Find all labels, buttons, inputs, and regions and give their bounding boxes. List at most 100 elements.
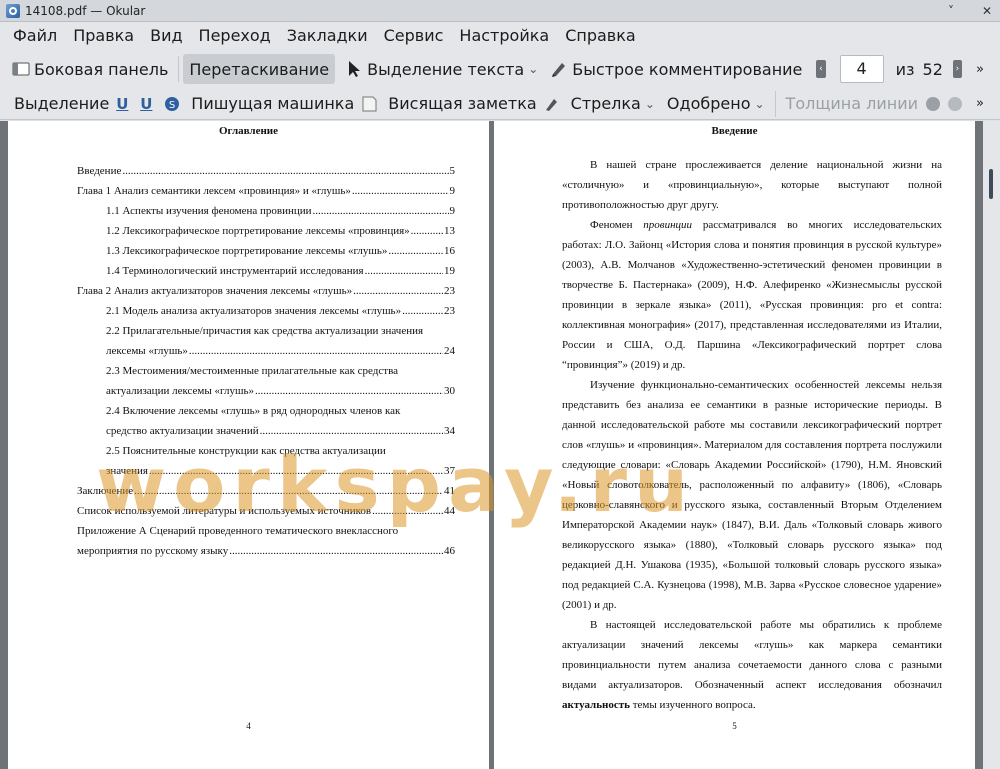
toc-page-number: 24 [444,345,455,357]
sidebar-button[interactable]: Боковая панель [6,54,174,84]
menu-bar: Файл Правка Вид Переход Закладки Сервис … [0,22,1000,50]
typewriter-label: Пишущая машинка [191,94,355,113]
toc-entry-text: актуализации лексемы «глушь» [106,385,254,397]
document-page-left: Оглавление Введение 5 Глава 1 Анализ семан… [8,121,489,769]
toc-entry-text: мероприятия по русскому языку [77,545,229,557]
text-selection-button[interactable]: Выделение текста ⌄ [339,54,544,84]
toc-leader [122,161,448,181]
toc-leader [260,421,443,441]
toc-leader [189,341,443,361]
toc-entry[interactable]: актуализации лексемы «глушь» 30 [77,381,455,401]
toc-entry[interactable]: значения 37 [77,461,455,481]
toc-entry[interactable]: 2.1 Модель анализа актуализаторов значен… [77,301,455,321]
toc-leader [229,541,443,561]
strikeout-icon[interactable]: S [163,95,181,113]
toc-entry-line[interactable]: 2.4 Включение лексемы «глушь» в ряд одно… [77,401,455,421]
toc-entry[interactable]: Список используемой литературы и использ… [77,501,455,521]
sidebar-icon [12,60,30,78]
popup-note-button[interactable]: Висящая заметка [382,89,542,119]
document-view[interactable]: Оглавление Введение 5 Глава 1 Анализ семан… [0,121,1000,769]
menu-bookmarks[interactable]: Закладки [279,22,376,50]
toc-entry-text: Заключение [77,485,134,497]
toc-entry[interactable]: Глава 2 Анализ актуализаторов значения л… [77,281,455,301]
toc-page-number: 23 [444,305,455,317]
menu-tools[interactable]: Сервис [376,22,452,50]
chevron-down-icon[interactable]: ⌄ [528,62,538,76]
menu-edit[interactable]: Правка [65,22,142,50]
menu-settings[interactable]: Настройка [451,22,557,50]
toc-entry[interactable]: 1.4 Терминологический инструментарий исс… [77,261,455,281]
table-of-contents: Введение 5 Глава 1 Анализ семантики лексем… [77,161,455,561]
toc-page-number: 44 [444,505,455,517]
toc-entry[interactable]: средство актуализации значений 34 [77,421,455,441]
minimize-icon[interactable]: ˅ [944,4,958,18]
more-chevron-icon[interactable]: » [970,89,990,119]
opacity-icon[interactable] [946,95,964,113]
emphasis: провинции [643,219,693,231]
toc-entry-text: 1.1 Аспекты изучения феномена провинции [106,205,312,217]
toc-leader [149,461,443,481]
squiggle-underline-icon[interactable]: U [139,95,153,113]
toc-page-number: 9 [449,205,456,217]
text-span: темы изученного вопроса. [629,699,756,711]
text-span: Феномен [590,219,644,231]
toc-page-number: 41 [444,485,455,497]
quick-comment-button[interactable]: Быстрое комментирование [544,54,808,84]
main-toolbar: Боковая панель Перетаскивание Выделение … [0,50,1000,88]
window-title: 14108.pdf — Okular [25,3,146,18]
toc-entry-text: значения [106,465,148,477]
text-span: рассматривался во многих исследовательск… [562,219,942,371]
color-icon[interactable] [924,95,942,113]
next-page-icon[interactable]: › [952,60,963,78]
toc-entry[interactable]: 1.2 Лексикографическое портретирование л… [77,221,455,241]
highlight-button[interactable]: Выделение [8,89,115,119]
drag-mode-button[interactable]: Перетаскивание [183,54,336,84]
toc-page-number: 30 [444,385,455,397]
document-page-right: Введение В нашей стране прослеживается д… [494,121,975,769]
page-of-label: из [895,59,915,79]
toc-entry[interactable]: Введение 5 [77,161,455,181]
toc-entry[interactable]: мероприятия по русскому языку 46 [77,541,455,561]
toc-page-number: 9 [449,185,456,197]
toc-entry-line[interactable]: Приложение А Сценарий проведенного темат… [77,521,455,541]
stamp-button[interactable]: Одобрено ⌄ [661,89,771,119]
toc-leader [411,221,443,241]
page-number-input[interactable]: 4 [839,55,884,83]
toc-leader [372,501,443,521]
title-bar: 14108.pdf — Okular ˅ ✕ [0,0,1000,22]
highlight-label: Выделение [14,94,110,113]
toc-entry-line[interactable]: 2.5 Пояснительные конструкции как средст… [77,441,455,461]
menu-view[interactable]: Вид [142,22,190,50]
toc-page-number: 5 [449,165,456,177]
toc-entry-text: Список используемой литературы и использ… [77,505,372,517]
toc-entry[interactable]: лексемы «глушь» 24 [77,341,455,361]
toc-heading: Оглавление [218,125,279,137]
okular-app-icon [6,3,20,18]
menu-help[interactable]: Справка [557,22,644,50]
toc-entry[interactable]: 1.1 Аспекты изучения феномена провинции 9 [77,201,455,221]
scrollbar-thumb[interactable] [989,169,993,199]
toc-page-number: 34 [444,425,455,437]
typewriter-button[interactable]: Пишущая машинка [185,89,360,119]
menu-go[interactable]: Переход [191,22,279,50]
note-icon [360,95,378,113]
svg-text:S: S [169,100,175,111]
toc-entry-text: Введение [77,165,122,177]
more-chevron-icon[interactable]: » [970,54,990,84]
toc-entry-line[interactable]: 2.2 Прилагательные/причастия как средств… [77,321,455,341]
vertical-scrollbar[interactable] [983,121,1000,769]
toc-entry[interactable]: Глава 1 Анализ семантики лексем «провинц… [77,181,455,201]
toc-entry[interactable]: 1.3 Лексикографическое портретирование л… [77,241,455,261]
chevron-down-icon[interactable]: ⌄ [645,97,655,111]
line-width-label: Толщина линии [785,94,919,113]
chevron-down-icon[interactable]: ⌄ [754,97,764,111]
paragraph: В настоящей исследовательской работе мы … [562,615,942,715]
line-width-button[interactable]: Толщина линии [780,89,925,119]
toc-entry[interactable]: Заключение 41 [77,481,455,501]
underline-icon[interactable]: U [115,95,129,113]
close-icon[interactable]: ✕ [980,4,994,18]
previous-page-icon[interactable]: ‹ [816,60,826,78]
toc-entry-line[interactable]: 2.3 Местоимения/местоименные прилагатель… [77,361,455,381]
menu-file[interactable]: Файл [5,22,65,50]
arrow-button[interactable]: Стрелка ⌄ [565,89,661,119]
